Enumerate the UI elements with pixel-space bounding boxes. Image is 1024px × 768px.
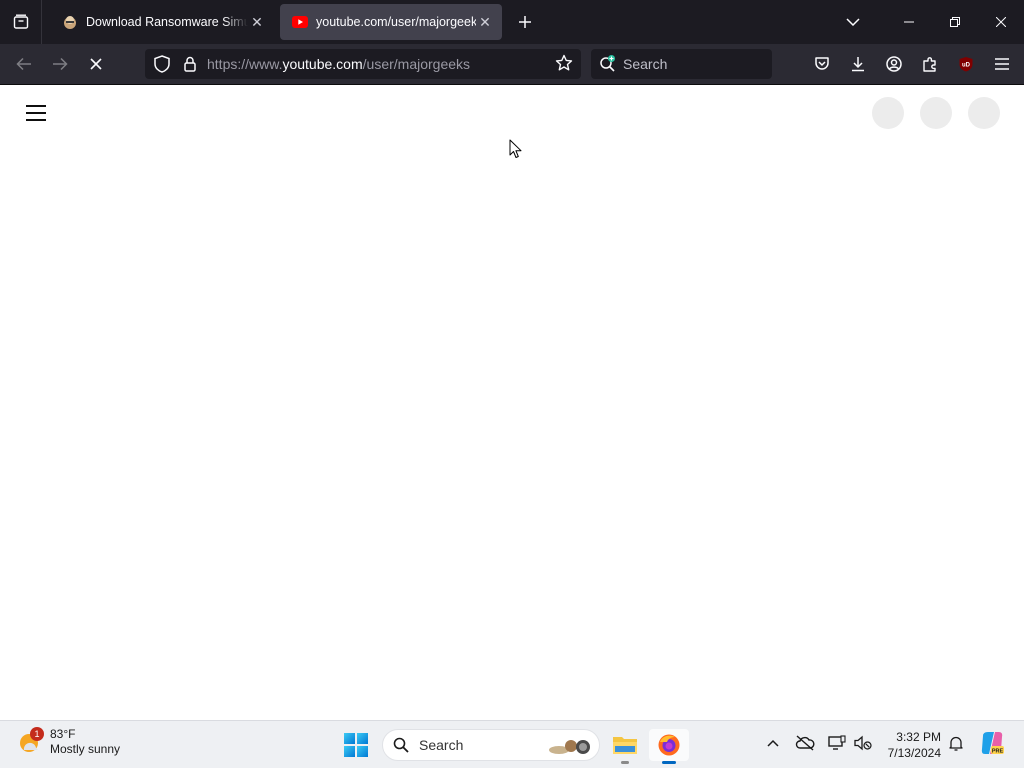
tab-bar: Download Ransomware Simulator ✕ youtube.… bbox=[0, 0, 1024, 44]
back-button[interactable] bbox=[6, 48, 42, 80]
pocket-icon bbox=[815, 57, 829, 70]
mouse-pointer-icon bbox=[509, 139, 522, 158]
puzzle-icon bbox=[923, 57, 936, 72]
show-hidden-icons-button[interactable] bbox=[761, 731, 785, 755]
weather-text: 83°F Mostly sunny bbox=[50, 727, 120, 757]
menu-line bbox=[26, 112, 46, 114]
svg-text:uD: uD bbox=[962, 63, 971, 69]
lock-icon[interactable] bbox=[179, 53, 201, 75]
plus-icon bbox=[519, 16, 531, 28]
notifications-bell-icon[interactable] bbox=[944, 731, 968, 755]
clock-date: 7/13/2024 bbox=[887, 746, 941, 760]
minimize-icon bbox=[904, 21, 914, 23]
windows-logo-pane bbox=[344, 733, 355, 744]
weather-temperature: 83°F bbox=[50, 727, 76, 741]
url-prefix: https://www. bbox=[207, 56, 283, 72]
copilot-icon[interactable]: PRE bbox=[978, 729, 1006, 757]
onedrive-offline-icon[interactable] bbox=[793, 731, 817, 755]
svg-text:PRE: PRE bbox=[992, 748, 1004, 754]
hamburger-menu-icon bbox=[995, 58, 1009, 70]
bookmark-star-icon[interactable] bbox=[555, 54, 573, 77]
toolbar-buttons: uD bbox=[804, 48, 1020, 80]
search-bar[interactable]: Search bbox=[591, 49, 772, 79]
list-all-tabs-button[interactable] bbox=[0, 0, 42, 44]
tab-ransomware-simulator[interactable]: Download Ransomware Simulator ✕ bbox=[50, 4, 274, 40]
back-arrow-icon bbox=[16, 57, 31, 71]
url-text: https://www.youtube.com/user/majorgeeks bbox=[207, 56, 470, 72]
folder-icon bbox=[613, 737, 637, 754]
url-path: /user/majorgeeks bbox=[362, 56, 471, 72]
account-icon bbox=[886, 56, 902, 72]
taskbar-firefox[interactable] bbox=[649, 729, 689, 764]
windows-logo-pane bbox=[357, 733, 368, 744]
close-window-button[interactable] bbox=[978, 0, 1024, 44]
youtube-guide-menu-button[interactable] bbox=[24, 103, 48, 123]
ublock-origin-icon: uD bbox=[959, 57, 973, 72]
loading-placeholder-circle bbox=[872, 97, 904, 129]
pocket-button[interactable] bbox=[804, 48, 840, 80]
new-tab-button[interactable] bbox=[510, 7, 540, 37]
youtube-favicon-icon bbox=[292, 14, 308, 30]
stop-loading-button[interactable] bbox=[78, 48, 114, 80]
menu-line bbox=[26, 105, 46, 107]
restore-icon bbox=[950, 17, 960, 27]
extensions-button[interactable] bbox=[912, 48, 948, 80]
tab-youtube-majorgeeks[interactable]: youtube.com/user/majorgeeks ✕ bbox=[280, 4, 502, 40]
weather-notification-badge: 1 bbox=[30, 727, 44, 741]
sound-muted-icon[interactable] bbox=[851, 731, 875, 755]
account-button[interactable] bbox=[876, 48, 912, 80]
search-engine-icon bbox=[600, 55, 615, 72]
tab-title: youtube.com/user/majorgeeks bbox=[316, 15, 476, 29]
download-icon bbox=[852, 57, 864, 72]
weather-widget[interactable]: 1 83°F Mostly sunny bbox=[18, 727, 120, 757]
list-tabs-dropdown-button[interactable] bbox=[830, 0, 876, 44]
search-icon bbox=[393, 737, 409, 753]
close-icon bbox=[996, 17, 1006, 27]
ublock-origin-button[interactable]: uD bbox=[948, 48, 984, 80]
running-indicator bbox=[621, 761, 629, 764]
system-clock[interactable]: 3:32 PM 7/13/2024 bbox=[888, 729, 941, 761]
windows-logo-pane bbox=[357, 746, 368, 757]
windows-taskbar: 1 83°F Mostly sunny Search 3:32 PM 7/13/… bbox=[0, 720, 1024, 768]
forward-arrow-icon bbox=[53, 57, 68, 71]
url-host: youtube.com bbox=[282, 56, 363, 72]
forward-button[interactable] bbox=[42, 48, 78, 80]
weather-sun-icon: 1 bbox=[18, 727, 44, 754]
close-tab-icon[interactable]: ✕ bbox=[476, 13, 494, 31]
tab-title: Download Ransomware Simulator bbox=[86, 15, 248, 29]
majorgeeks-favicon-icon bbox=[62, 14, 78, 30]
clock-time: 3:32 PM bbox=[896, 730, 941, 744]
stop-x-icon bbox=[90, 58, 102, 70]
chevron-up-icon bbox=[767, 739, 779, 747]
search-highlight-illustration-icon bbox=[549, 740, 590, 754]
weather-condition: Mostly sunny bbox=[50, 742, 121, 756]
tracking-protection-shield-icon[interactable] bbox=[151, 53, 173, 75]
chevron-down-icon bbox=[846, 18, 860, 26]
restore-button[interactable] bbox=[932, 0, 978, 44]
windows-logo-pane bbox=[344, 746, 355, 757]
tab-overview-icon bbox=[13, 14, 28, 29]
running-indicator bbox=[662, 761, 676, 764]
loading-placeholder-circle bbox=[968, 97, 1000, 129]
app-menu-button[interactable] bbox=[984, 48, 1020, 80]
taskbar-file-explorer[interactable] bbox=[609, 729, 641, 764]
display-network-icon[interactable] bbox=[825, 731, 849, 755]
search-bar-placeholder: Search bbox=[623, 56, 668, 72]
taskbar-search-placeholder: Search bbox=[419, 737, 464, 753]
address-bar[interactable]: https://www.youtube.com/user/majorgeeks bbox=[145, 49, 581, 79]
firefox-icon bbox=[658, 734, 680, 756]
taskbar-search-box[interactable]: Search bbox=[382, 729, 600, 761]
minimize-button[interactable] bbox=[886, 0, 932, 44]
close-tab-icon[interactable]: ✕ bbox=[248, 13, 266, 31]
navigation-toolbar: https://www.youtube.com/user/majorgeeks … bbox=[0, 44, 1024, 85]
start-button[interactable] bbox=[344, 733, 368, 757]
downloads-button[interactable] bbox=[840, 48, 876, 80]
menu-line bbox=[26, 119, 46, 121]
loading-placeholder-circle bbox=[920, 97, 952, 129]
web-page-content bbox=[0, 85, 1024, 720]
